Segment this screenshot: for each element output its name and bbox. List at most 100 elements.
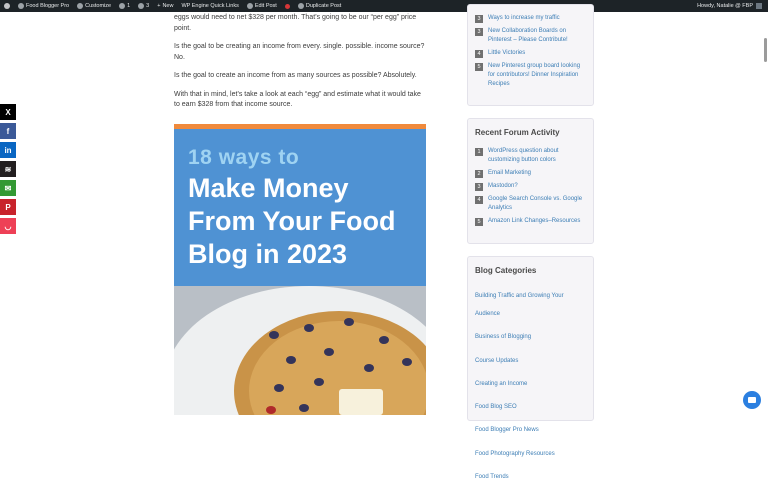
hero-image: 18 ways to Make Money From Your Food Blo… [174, 124, 426, 415]
facebook-share-button[interactable]: f [0, 123, 16, 139]
blog-categories-widget: Blog Categories Building Traffic and Gro… [467, 256, 594, 480]
paragraph: eggs would need to net $328 per month. T… [174, 14, 417, 32]
list-number-badge: 3 [475, 183, 483, 191]
plus-icon: + [157, 3, 161, 9]
category-link[interactable]: Business of Blogging [475, 334, 531, 340]
email-share-button[interactable]: ✉ [0, 180, 16, 196]
wp-engine-menu[interactable]: WP Engine Quick Links [177, 3, 242, 9]
widget-title: Blog Categories [475, 266, 537, 275]
blueberry [402, 358, 412, 366]
list-number-badge: 4 [475, 196, 483, 204]
raspberry [266, 406, 276, 414]
customize-link[interactable]: Customize [73, 3, 115, 9]
category-item: Building Traffic and Growing Your Audien… [475, 284, 586, 320]
blueberry [274, 384, 284, 392]
widget-title: Recent Forum Activity [475, 128, 560, 137]
category-link[interactable]: Food Blog SEO [475, 404, 517, 410]
recent-post-item-link[interactable]: New Collaboration Boards on Pinterest – … [488, 27, 586, 45]
forum-topic-item-link[interactable]: Email Marketing [488, 169, 531, 178]
blueberry [304, 324, 314, 332]
x-logo-share-button[interactable]: X [0, 104, 16, 120]
blueberry [324, 348, 334, 356]
list-number-badge: 5 [475, 218, 483, 226]
avatar [756, 3, 762, 9]
pinterest-share-button[interactable]: P [0, 199, 16, 215]
updates-link[interactable]: 1 [115, 3, 134, 9]
duplicate-icon [297, 3, 304, 9]
comments-link[interactable]: 3 [134, 3, 153, 9]
forum-activity-list: 1 WordPress question about customizing bu… [475, 147, 586, 226]
blueberry [344, 318, 354, 326]
forum-topic-item: 5 Amazon Link Changes–Resources [475, 217, 586, 226]
blueberry [299, 404, 309, 412]
category-link[interactable]: Food Trends [475, 474, 509, 480]
duplicate-post-link[interactable]: Duplicate Post [294, 3, 345, 9]
category-link[interactable]: Creating an Income [475, 381, 527, 387]
recent-post-item-link[interactable]: Little Victories [488, 49, 525, 58]
hero-title-panel: 18 ways to Make Money From Your Food Blo… [174, 129, 426, 286]
new-content-menu[interactable]: + New [153, 3, 177, 9]
blueberry [269, 331, 279, 339]
pancake-photo [174, 286, 426, 415]
wp-logo-menu[interactable] [0, 3, 14, 9]
category-item: Creating an Income [475, 372, 586, 390]
chat-launcher-button[interactable] [743, 391, 761, 409]
recent-post-item: 3 New Collaboration Boards on Pinterest –… [475, 27, 586, 45]
email-icon: ✉ [4, 183, 12, 193]
blueberry [379, 336, 389, 344]
blueberry [364, 364, 374, 372]
forum-topic-item: 1 WordPress question about customizing bu… [475, 147, 586, 165]
edit-post-link[interactable]: Edit Post [243, 3, 281, 9]
list-number-badge: 4 [475, 50, 483, 58]
category-link[interactable]: Food Photography Resources [475, 451, 555, 457]
recent-post-item: 3 Ways to increase my traffic [475, 14, 586, 23]
forum-topic-item-link[interactable]: Google Search Console vs. Google Analyti… [488, 195, 586, 213]
list-number-badge: 3 [475, 28, 483, 36]
paragraph: Is the goal to be creating an income fro… [174, 43, 425, 61]
forum-activity-widget: Recent Forum Activity 1 WordPress questio… [467, 118, 594, 244]
list-number-badge: 2 [475, 170, 483, 178]
category-item: Course Updates [475, 349, 586, 367]
article-body: eggs would need to net $328 per month. T… [174, 12, 426, 119]
butter [339, 389, 383, 415]
x-logo-icon: X [5, 107, 11, 117]
recent-post-item: 5 New Pinterest group board looking for c… [475, 62, 586, 89]
forum-topic-item: 4 Google Search Console vs. Google Analyt… [475, 195, 586, 213]
linkedin-share-button[interactable]: in [0, 142, 16, 158]
wordpress-icon [4, 3, 10, 9]
home-icon [18, 3, 24, 9]
linkedin-icon: in [4, 145, 12, 155]
forum-topic-item-link[interactable]: Mastodon? [488, 182, 518, 191]
recent-post-item-link[interactable]: Ways to increase my traffic [488, 14, 560, 23]
category-link[interactable]: Food Blogger Pro News [475, 427, 539, 433]
admin-bar: Food Blogger Pro Customize 1 3 + New WP E… [0, 0, 768, 12]
recent-post-item-link[interactable]: New Pinterest group board looking for co… [488, 62, 586, 89]
buffer-icon: ≋ [4, 164, 12, 174]
category-item: Food Trends [475, 465, 586, 483]
pocket-share-button[interactable]: ◡ [0, 218, 16, 234]
pocket-icon: ◡ [4, 221, 12, 231]
categories-list: Building Traffic and Growing Your Audien… [475, 284, 586, 483]
status-indicator[interactable] [281, 3, 294, 9]
buffer-share-button[interactable]: ≋ [0, 161, 16, 177]
facebook-icon: f [6, 126, 10, 136]
category-link[interactable]: Course Updates [475, 358, 518, 364]
paragraph: With that in mind, let’s take a look at … [174, 90, 421, 109]
pencil-icon [246, 3, 253, 9]
forum-topic-item-link[interactable]: Amazon Link Changes–Resources [488, 217, 580, 226]
blueberry [286, 356, 296, 364]
site-name-menu[interactable]: Food Blogger Pro [14, 3, 73, 9]
brush-icon [77, 3, 84, 9]
forum-topic-item-link[interactable]: WordPress question about customizing but… [488, 147, 586, 165]
chat-icon [748, 397, 756, 403]
recent-post-item: 4 Little Victories [475, 49, 586, 58]
social-share-bar: Xf in ≋ ✉ P ◡ [0, 104, 16, 237]
account-menu[interactable]: Howdy, Natalie @ FBP [697, 3, 768, 9]
category-link[interactable]: Building Traffic and Growing Your Audien… [475, 293, 564, 317]
recent-posts-widget: 3 Ways to increase my traffic 3 New Collabo… [467, 4, 594, 106]
forum-topic-item: 3 Mastodon? [475, 182, 586, 191]
list-number-badge: 5 [475, 63, 483, 71]
paragraph: Is the goal to create an income from as … [174, 72, 417, 79]
scrollbar-thumb[interactable] [764, 38, 767, 62]
hero-title-line: From Your Food [188, 206, 396, 236]
